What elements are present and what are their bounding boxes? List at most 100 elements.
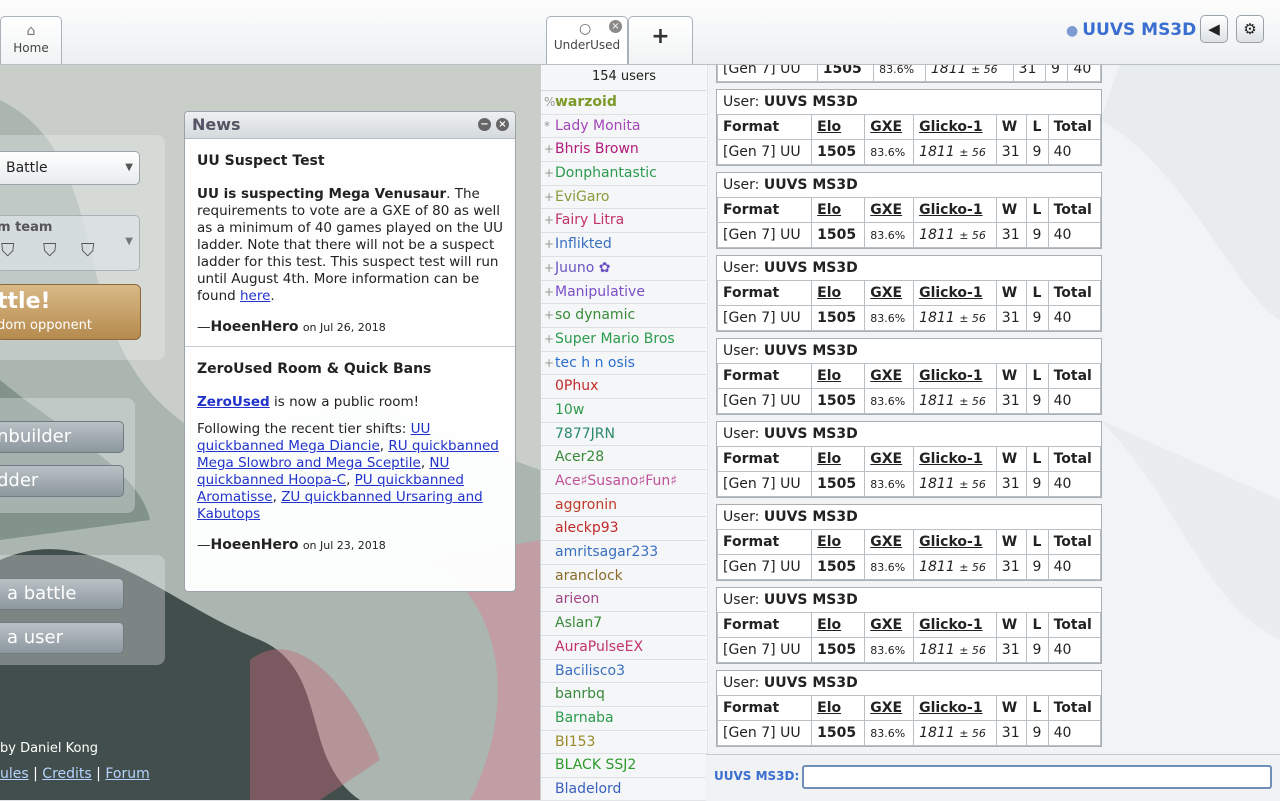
user-list-item[interactable]: Barnaba (541, 707, 707, 731)
ranking-header-row: Format Elo GXE Glicko-1 W L Total (716, 363, 1102, 389)
ranking-column-header[interactable]: Elo (811, 695, 866, 721)
ranking-column-header[interactable]: GXE (864, 612, 915, 638)
ranking-column-header[interactable]: Glicko-1 (913, 197, 997, 223)
user-list-item[interactable]: +EviGaro (541, 186, 707, 210)
ranking-row: [Gen 7] UU 1505 83.6% 1811 ± 56 31 9 40 (716, 471, 1102, 497)
user-name: Ace♯Susano♯Fun♯ (555, 473, 678, 489)
options-button[interactable]: ⚙ (1236, 15, 1264, 43)
credits-link[interactable]: Credits (42, 766, 91, 782)
user-list-item[interactable]: %warzoid (541, 91, 707, 115)
close-tab-icon[interactable]: × (609, 20, 622, 33)
ranking-row: [Gen 7] UU 1505 83.6% 1811 ± 56 31 9 40 (716, 222, 1102, 248)
ranking-column-header[interactable]: Glicko-1 (913, 114, 997, 140)
user-count: 154 users (541, 64, 707, 91)
user-list-item[interactable]: Bladelord (541, 778, 707, 800)
battle-button[interactable]: ttle! dom opponent (0, 284, 141, 340)
ranking-column-header[interactable]: GXE (864, 280, 915, 306)
ranking-header-row: Format Elo GXE Glicko-1 W L Total (716, 197, 1102, 223)
ranking-column-header[interactable]: Glicko-1 (913, 446, 997, 472)
ranking-column-header: Total (1047, 363, 1102, 389)
pokeball-icon: ⛉ (81, 240, 95, 261)
ranking-column-header[interactable]: Elo (811, 529, 866, 555)
user-list-item[interactable]: Bacilisco3 (541, 660, 707, 684)
user-list-item[interactable]: 0Phux (541, 375, 707, 399)
user-list-item[interactable]: BI153 (541, 731, 707, 755)
user-name: aranclock (555, 567, 623, 584)
user-name: 10w (555, 401, 585, 418)
ranking-block: User: UUVS MS3D Format Elo GXE Glicko-1 W L Tot… (716, 670, 1102, 747)
user-list-item[interactable]: AuraPulseEX (541, 636, 707, 660)
user-list-item[interactable]: +Bhris Brown (541, 138, 707, 163)
format-select[interactable]: Battle ▼ (0, 151, 140, 185)
tab-room-underused[interactable]: ○ × UnderUsed (546, 16, 628, 64)
ranking-user-line: User: UUVS MS3D (723, 509, 858, 525)
user-list-item[interactable]: +so dynamic (541, 304, 707, 328)
chat-input[interactable] (802, 765, 1272, 789)
team-select[interactable]: m team ⛉ ⛉ ⛉ ▼ (0, 215, 140, 271)
room-link[interactable]: ZeroUsed (197, 394, 270, 410)
ranking-column-header[interactable]: GXE (864, 446, 915, 472)
user-list-item[interactable]: +Manipulative (541, 281, 707, 305)
user-list-item[interactable]: +Donphantastic (541, 162, 707, 186)
ranking-column-header: Format (716, 529, 813, 555)
ranking-column-header: L (1026, 612, 1049, 638)
ladder-button[interactable]: dder (0, 465, 124, 497)
ranking-username: UUVS MS3D (763, 426, 858, 442)
ranking-column-header[interactable]: Elo (811, 446, 866, 472)
ranking-row: [Gen 7] UU 1505 83.6% 1811 ± 56 31 9 40 (717, 64, 1101, 82)
forum-link[interactable]: Forum (105, 766, 149, 782)
minimize-icon[interactable]: − (478, 118, 491, 131)
user-list-item[interactable]: 7877JRN (541, 423, 707, 447)
ranking-column-header[interactable]: GXE (864, 695, 915, 721)
user-list-item[interactable]: +Fairy Litra (541, 209, 707, 234)
username-label: UUVS MS3D (1082, 20, 1197, 40)
ranking-column-header[interactable]: Glicko-1 (913, 280, 997, 306)
ranking-column-header[interactable]: Glicko-1 (913, 363, 997, 389)
format-select-label: Battle (6, 160, 48, 176)
user-list-item[interactable]: aranclock (541, 565, 707, 589)
user-list-item[interactable]: Ace♯Susano♯Fun♯ (541, 470, 707, 494)
ranking-column-header[interactable]: Elo (811, 114, 866, 140)
teambuilder-button[interactable]: nbuilder (0, 421, 124, 453)
user-list-item[interactable]: Acer28 (541, 446, 707, 470)
user-list-item[interactable]: Aslan7 (541, 612, 707, 636)
ranking-column-header[interactable]: Glicko-1 (913, 612, 997, 638)
user-name: aleckp93 (555, 520, 619, 537)
ranking-column-header[interactable]: GXE (864, 363, 915, 389)
rules-link[interactable]: ules (0, 766, 29, 782)
ranking-column-header: Total (1047, 695, 1102, 721)
more-info-link[interactable]: here (240, 288, 270, 304)
ranking-column-header[interactable]: Glicko-1 (913, 529, 997, 555)
user-list-item[interactable]: aleckp93 (541, 517, 707, 542)
close-icon[interactable]: × (496, 118, 509, 131)
ranking-column-header[interactable]: GXE (864, 114, 915, 140)
user-list-item[interactable]: arieon (541, 588, 707, 613)
user-list-item[interactable]: +Inflikted (541, 233, 707, 257)
user-list-item[interactable]: 10w (541, 399, 707, 423)
ranking-user-line: User: UUVS MS3D (723, 177, 858, 193)
watch-battle-button[interactable]: a battle (0, 578, 124, 610)
user-list-item[interactable]: +Super Mario Bros (541, 328, 707, 352)
ranking-column-header[interactable]: Elo (811, 612, 866, 638)
ranking-column-header[interactable]: Elo (811, 197, 866, 223)
user-list-item[interactable]: banrbq (541, 683, 707, 707)
ranking-column-header[interactable]: Glicko-1 (913, 695, 997, 721)
ranking-column-header[interactable]: Elo (811, 280, 866, 306)
new-tab-button[interactable]: + (628, 16, 693, 64)
sound-button[interactable]: ◀ (1200, 15, 1228, 43)
user-name: warzoid (555, 94, 617, 110)
find-user-button[interactable]: a user (0, 622, 124, 654)
battle-button-subtitle: dom opponent (0, 318, 92, 333)
user-list-item[interactable]: amritsagar233 (541, 541, 707, 565)
tab-home[interactable]: ⌂ Home (0, 16, 62, 64)
user-list-item[interactable]: +tec h n osis (541, 352, 707, 376)
username-button[interactable]: ● UUVS MS3D (1066, 20, 1196, 40)
ranking-column-header[interactable]: GXE (864, 197, 915, 223)
user-list-item[interactable]: BLACK SSJ2 (541, 754, 707, 778)
user-list-item[interactable]: * Lady Monita (541, 115, 707, 139)
ranking-column-header[interactable]: Elo (811, 363, 866, 389)
user-list-item[interactable]: aggronin (541, 494, 707, 518)
chat-log[interactable]: [Gen 7] UU 1505 83.6% 1811 ± 56 31 9 40 … (706, 64, 1280, 754)
ranking-column-header[interactable]: GXE (864, 529, 915, 555)
user-list-item[interactable]: +Juuno ✿ (541, 257, 707, 281)
